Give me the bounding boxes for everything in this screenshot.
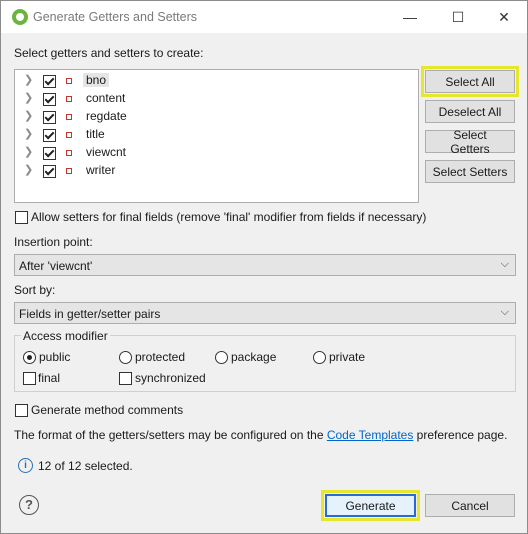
radio-protected[interactable] bbox=[119, 351, 132, 364]
field-checkbox-bno[interactable] bbox=[43, 75, 56, 88]
insertion-point-label: Insertion point: bbox=[14, 235, 93, 249]
generate-comments-label: Generate method comments bbox=[31, 403, 184, 417]
private-field-icon bbox=[66, 96, 72, 102]
chevron-right-icon[interactable]: ❯ bbox=[24, 92, 34, 104]
field-checkbox-title[interactable] bbox=[43, 129, 56, 142]
title-bar: Generate Getters and Setters — ☐ ✕ bbox=[1, 1, 527, 33]
chevron-down-icon: ⌵ bbox=[500, 258, 509, 270]
chevron-right-icon[interactable]: ❯ bbox=[24, 164, 34, 176]
minimize-button[interactable]: — bbox=[387, 1, 433, 33]
field-label-regdate: regdate bbox=[86, 109, 127, 123]
synchronized-checkbox[interactable] bbox=[119, 372, 132, 385]
selection-status: 12 of 12 selected. bbox=[38, 459, 133, 473]
allow-final-setters-label: Allow setters for final fields (remove '… bbox=[31, 210, 427, 224]
radio-public[interactable] bbox=[23, 351, 36, 364]
insertion-point-value: After 'viewcnt' bbox=[19, 259, 93, 273]
help-icon[interactable]: ? bbox=[19, 495, 39, 515]
private-field-icon bbox=[66, 114, 72, 120]
chevron-right-icon[interactable]: ❯ bbox=[24, 146, 34, 158]
field-checkbox-regdate[interactable] bbox=[43, 111, 56, 124]
spring-app-icon bbox=[12, 9, 28, 25]
chevron-right-icon[interactable]: ❯ bbox=[24, 128, 34, 140]
format-note-before: The format of the getters/setters may be… bbox=[14, 428, 327, 442]
select-all-button[interactable]: Select All bbox=[421, 66, 519, 97]
select-setters-button[interactable]: Select Setters bbox=[425, 160, 515, 183]
generate-comments-checkbox[interactable] bbox=[15, 404, 28, 417]
field-checkbox-content[interactable] bbox=[43, 93, 56, 106]
tree-row-title[interactable]: ❯ title bbox=[15, 126, 415, 144]
tree-row-regdate[interactable]: ❯ regdate bbox=[15, 108, 415, 126]
field-checkbox-writer[interactable] bbox=[43, 165, 56, 178]
sort-by-select[interactable]: Fields in getter/setter pairs ⌵ bbox=[14, 302, 516, 324]
field-checkbox-viewcnt[interactable] bbox=[43, 147, 56, 160]
info-icon: i bbox=[18, 458, 33, 473]
close-button[interactable]: ✕ bbox=[481, 1, 527, 33]
field-label-content: content bbox=[86, 91, 126, 105]
radio-protected-label: protected bbox=[135, 350, 186, 364]
sort-by-value: Fields in getter/setter pairs bbox=[19, 307, 161, 321]
access-modifier-title: Access modifier bbox=[21, 329, 110, 343]
final-checkbox[interactable] bbox=[23, 372, 36, 385]
tree-row-viewcnt[interactable]: ❯ viewcnt bbox=[15, 144, 415, 162]
select-getters-button[interactable]: Select Getters bbox=[425, 128, 515, 156]
minimize-icon: — bbox=[403, 9, 417, 25]
field-label-viewcnt: viewcnt bbox=[86, 145, 127, 159]
private-field-icon bbox=[66, 78, 72, 84]
format-note-after: preference page. bbox=[413, 428, 508, 442]
dialog-content: Select getters and setters to create: ❯ … bbox=[1, 33, 527, 533]
sort-by-label: Sort by: bbox=[14, 283, 56, 297]
radio-package-label: package bbox=[231, 350, 277, 364]
tree-row-writer[interactable]: ❯ writer bbox=[15, 162, 415, 180]
format-note: The format of the getters/setters may be… bbox=[14, 428, 507, 442]
field-label-writer: writer bbox=[86, 163, 116, 177]
private-field-icon bbox=[66, 168, 72, 174]
private-field-icon bbox=[66, 132, 72, 138]
code-templates-link[interactable]: Code Templates bbox=[327, 428, 414, 442]
insertion-point-select[interactable]: After 'viewcnt' ⌵ bbox=[14, 254, 516, 276]
select-fields-label: Select getters and setters to create: bbox=[14, 46, 204, 60]
maximize-button[interactable]: ☐ bbox=[435, 1, 481, 33]
tree-row-content[interactable]: ❯ content bbox=[15, 90, 415, 108]
chevron-right-icon[interactable]: ❯ bbox=[24, 110, 34, 122]
cancel-button[interactable]: Cancel bbox=[425, 494, 515, 517]
final-label: final bbox=[38, 371, 61, 385]
allow-final-setters-checkbox[interactable] bbox=[15, 211, 28, 224]
field-label-title: title bbox=[86, 127, 105, 141]
tree-row-bno[interactable]: ❯ bno bbox=[15, 72, 415, 90]
radio-private[interactable] bbox=[313, 351, 326, 364]
chevron-right-icon[interactable]: ❯ bbox=[24, 74, 34, 86]
synchronized-label: synchronized bbox=[135, 371, 206, 385]
close-icon: ✕ bbox=[498, 8, 510, 25]
generate-getters-setters-dialog: Generate Getters and Setters — ☐ ✕ Selec… bbox=[0, 0, 528, 534]
field-label-bno: bno bbox=[83, 73, 110, 87]
generate-button[interactable]: Generate bbox=[321, 490, 420, 521]
deselect-all-button[interactable]: Deselect All bbox=[425, 100, 515, 123]
radio-private-label: private bbox=[329, 350, 366, 364]
private-field-icon bbox=[66, 150, 72, 156]
radio-package[interactable] bbox=[215, 351, 228, 364]
maximize-icon: ☐ bbox=[451, 8, 465, 25]
fields-tree[interactable]: ❯ bno ❯ content ❯ regdate ❯ title ❯ view… bbox=[14, 69, 419, 203]
radio-public-label: public bbox=[39, 350, 71, 364]
chevron-down-icon: ⌵ bbox=[500, 306, 509, 318]
window-title: Generate Getters and Setters bbox=[33, 10, 197, 24]
